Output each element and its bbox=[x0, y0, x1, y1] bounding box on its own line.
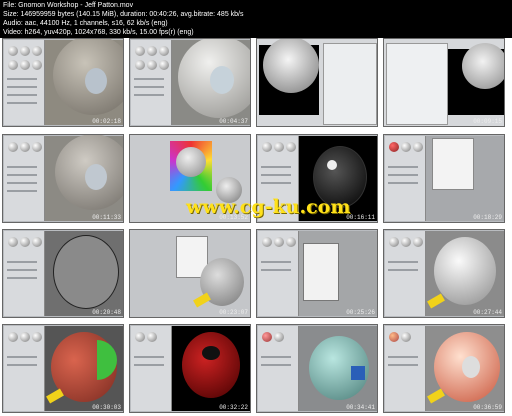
timestamp: 00:27:44 bbox=[473, 309, 502, 316]
timestamp: 00:06:56 bbox=[346, 118, 375, 125]
thumbnail[interactable]: 00:02:18 bbox=[2, 38, 124, 127]
timestamp: 00:02:18 bbox=[92, 118, 121, 125]
material-editor-panel bbox=[131, 326, 172, 411]
viewport bbox=[426, 326, 504, 411]
material-editor-panel bbox=[385, 136, 426, 221]
thumbnail[interactable]: 00:11:33 bbox=[2, 134, 124, 223]
timestamp: 00:16:11 bbox=[346, 214, 375, 221]
dialog-panel bbox=[323, 43, 377, 125]
sphere-render bbox=[182, 332, 240, 398]
thumbnail[interactable]: 00:36:59 bbox=[383, 324, 505, 413]
timestamp: 00:23:07 bbox=[219, 309, 248, 316]
thumbnail[interactable]: 00:09:15 bbox=[383, 38, 505, 127]
material-editor-panel bbox=[4, 231, 45, 316]
sphere-window bbox=[85, 68, 107, 94]
sphere-render bbox=[462, 43, 504, 89]
timestamp: 00:32:22 bbox=[219, 404, 248, 411]
thumbnail[interactable]: 00:20:48 bbox=[2, 229, 124, 318]
thumbnail[interactable]: 00:34:41 bbox=[256, 324, 378, 413]
viewport bbox=[45, 231, 123, 316]
timestamp: 00:20:48 bbox=[92, 309, 121, 316]
sphere-render bbox=[263, 39, 319, 93]
thumbnail[interactable]: 00:18:29 bbox=[383, 134, 505, 223]
thumbnail[interactable]: 00:25:26 bbox=[256, 229, 378, 318]
timestamp: 00:36:59 bbox=[473, 404, 502, 411]
watermark-text: www.cg-ku.com bbox=[186, 196, 351, 218]
arrow-icon bbox=[427, 388, 445, 404]
sphere-render bbox=[434, 237, 496, 305]
timestamp: 00:04:37 bbox=[219, 118, 248, 125]
arrow-icon bbox=[46, 388, 64, 404]
viewport bbox=[45, 39, 123, 125]
material-editor-panel bbox=[4, 40, 45, 125]
thumbnail[interactable]: 00:04:37 bbox=[129, 38, 251, 127]
audio-line: Audio: aac, 44100 Hz, 1 channels, s16, 6… bbox=[3, 20, 168, 27]
material-editor-panel bbox=[4, 136, 45, 221]
timestamp: 00:11:33 bbox=[92, 214, 121, 221]
render-window bbox=[259, 39, 319, 115]
thumbnail[interactable]: 00:27:44 bbox=[383, 229, 505, 318]
viewport bbox=[45, 326, 123, 411]
material-editor-panel bbox=[385, 326, 426, 411]
viewport bbox=[426, 136, 504, 221]
file-line: File: Gnomon Workshop - Jeff Patton.mov bbox=[3, 2, 134, 9]
material-editor-panel bbox=[258, 326, 299, 411]
sphere-render bbox=[53, 235, 119, 309]
dialog-panel bbox=[432, 138, 474, 190]
render-window bbox=[172, 326, 250, 411]
sphere-window bbox=[85, 164, 107, 190]
thumbnail[interactable]: 00:30:03 bbox=[2, 324, 124, 413]
thumbnail[interactable]: 00:06:56 bbox=[256, 38, 378, 127]
dialog-panel bbox=[386, 43, 448, 125]
timestamp: 00:18:29 bbox=[473, 214, 502, 221]
thumbnail[interactable]: 00:32:22 bbox=[129, 324, 251, 413]
uv-map bbox=[170, 141, 212, 191]
render-window bbox=[448, 43, 504, 115]
sphere-window bbox=[210, 66, 234, 94]
arrow-icon bbox=[193, 292, 211, 308]
timestamp: 00:25:26 bbox=[346, 309, 375, 316]
thumbnail[interactable]: 00:23:07 bbox=[129, 229, 251, 318]
timestamp: 00:30:03 bbox=[92, 404, 121, 411]
timestamp: 00:09:15 bbox=[473, 118, 502, 125]
material-editor-panel bbox=[131, 40, 172, 125]
material-editor-panel bbox=[385, 231, 426, 316]
viewport bbox=[45, 135, 123, 221]
size-line: Size: 146959959 bytes (140.15 MiB), dura… bbox=[3, 11, 244, 18]
timestamp: 00:34:41 bbox=[346, 404, 375, 411]
thumbnail-grid: 00:02:18 00:04:37 00:06:56 00:09:15 00:1… bbox=[2, 38, 510, 414]
arrow-icon bbox=[427, 293, 445, 309]
material-editor-panel bbox=[258, 231, 299, 316]
video-line: Video: h264, yuv420p, 1024x768, 330 kb/s… bbox=[3, 29, 194, 36]
viewport bbox=[299, 231, 377, 316]
material-editor-panel bbox=[4, 326, 45, 411]
video-info-header: File: Gnomon Workshop - Jeff Patton.mov … bbox=[0, 0, 512, 38]
viewport bbox=[172, 39, 250, 125]
viewport bbox=[299, 326, 377, 411]
dropdown-list bbox=[303, 243, 339, 301]
viewport bbox=[426, 231, 504, 316]
